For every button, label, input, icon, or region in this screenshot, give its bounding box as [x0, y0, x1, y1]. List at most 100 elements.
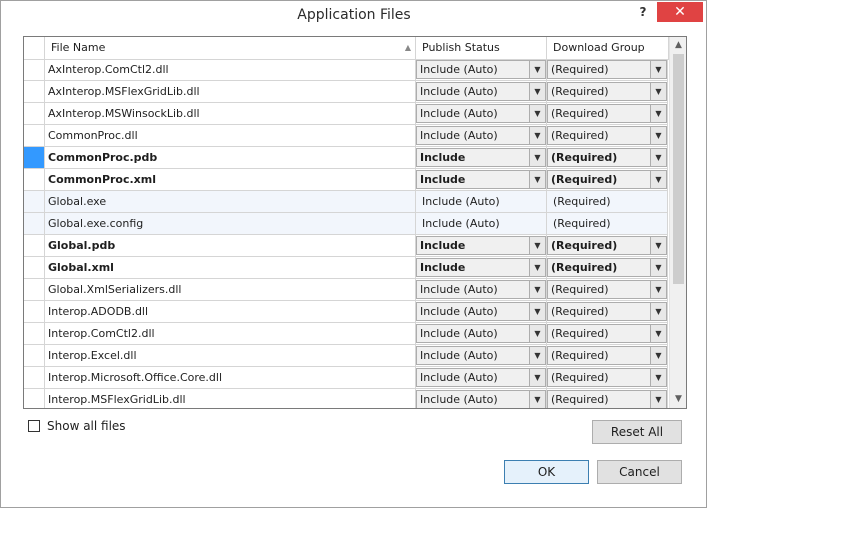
chevron-down-icon[interactable]: ▼ — [650, 105, 666, 122]
download-group-cell[interactable]: (Required) ▼ — [547, 367, 668, 389]
publish-status-dropdown[interactable]: Include (Auto) ▼ — [416, 280, 546, 299]
chevron-down-icon[interactable]: ▼ — [650, 281, 666, 298]
table-row[interactable]: Interop.ADODB.dll Include (Auto) ▼ (Require… — [24, 301, 668, 323]
chevron-down-icon[interactable]: ▼ — [529, 391, 545, 408]
chevron-down-icon[interactable]: ▼ — [529, 303, 545, 320]
row-selector[interactable] — [24, 103, 45, 125]
show-all-files-checkbox[interactable] — [28, 420, 40, 432]
table-row[interactable]: AxInterop.MSFlexGridLib.dll Include (Auto… — [24, 81, 668, 103]
publish-status-dropdown[interactable]: Include (Auto) ▼ — [416, 104, 546, 123]
download-group-cell[interactable]: (Required) ▼ — [547, 301, 668, 323]
chevron-down-icon[interactable]: ▼ — [529, 83, 545, 100]
column-header-file-name[interactable]: File Name ▲ — [45, 37, 416, 59]
publish-status-dropdown[interactable]: Include (Auto) ▼ — [416, 302, 546, 321]
vertical-scrollbar[interactable]: ▲ ▼ — [669, 37, 686, 408]
table-row[interactable]: Interop.MSFlexGridLib.dll Include (Auto) ▼… — [24, 389, 668, 408]
row-selector[interactable] — [24, 125, 45, 147]
publish-status-cell[interactable]: Include (Auto) ▼ — [416, 389, 547, 408]
download-group-dropdown[interactable]: (Required) ▼ — [547, 104, 667, 123]
chevron-down-icon[interactable]: ▼ — [650, 127, 666, 144]
chevron-down-icon[interactable]: ▼ — [529, 105, 545, 122]
download-group-cell[interactable]: (Required) ▼ — [547, 81, 668, 103]
publish-status-dropdown[interactable]: Include (Auto) ▼ — [416, 82, 546, 101]
table-row[interactable]: Global.exe.config Include (Auto) (Required… — [24, 213, 668, 235]
table-row[interactable]: Interop.Microsoft.Office.Core.dll Include… — [24, 367, 668, 389]
chevron-down-icon[interactable]: ▼ — [529, 61, 545, 78]
table-row[interactable]: Global.exe Include (Auto) (Required) — [24, 191, 668, 213]
chevron-down-icon[interactable]: ▼ — [650, 369, 666, 386]
chevron-down-icon[interactable]: ▼ — [529, 127, 545, 144]
download-group-dropdown[interactable]: (Required) ▼ — [547, 280, 667, 299]
publish-status-cell[interactable]: Include ▼ — [416, 169, 547, 191]
ok-button[interactable]: OK — [504, 460, 589, 484]
chevron-down-icon[interactable]: ▼ — [650, 83, 666, 100]
chevron-down-icon[interactable]: ▼ — [529, 369, 545, 386]
help-button[interactable]: ? — [633, 3, 653, 23]
publish-status-dropdown[interactable]: Include ▼ — [416, 170, 546, 189]
chevron-down-icon[interactable]: ▼ — [650, 149, 666, 166]
chevron-down-icon[interactable]: ▼ — [650, 303, 666, 320]
row-selector[interactable] — [24, 323, 45, 345]
row-selector[interactable] — [24, 59, 45, 81]
table-row[interactable]: Global.pdb Include ▼ (Required) ▼ — [24, 235, 668, 257]
column-header-download-group[interactable]: Download Group — [547, 37, 669, 59]
show-all-files-label[interactable]: Show all files — [47, 419, 126, 433]
scroll-up-icon[interactable]: ▲ — [670, 37, 686, 54]
row-selector[interactable] — [24, 235, 45, 257]
table-row[interactable]: AxInterop.ComCtl2.dll Include (Auto) ▼ (Req… — [24, 59, 668, 81]
table-row[interactable]: Interop.ComCtl2.dll Include (Auto) ▼ (Requi… — [24, 323, 668, 345]
chevron-down-icon[interactable]: ▼ — [529, 171, 545, 188]
chevron-down-icon[interactable]: ▼ — [650, 347, 666, 364]
download-group-cell[interactable]: (Required) ▼ — [547, 257, 668, 279]
download-group-dropdown[interactable]: (Required) ▼ — [547, 258, 667, 277]
files-grid[interactable]: File Name ▲ Publish Status Download Grou… — [23, 36, 687, 409]
publish-status-cell[interactable]: Include (Auto) ▼ — [416, 103, 547, 125]
chevron-down-icon[interactable]: ▼ — [650, 325, 666, 342]
chevron-down-icon[interactable]: ▼ — [529, 259, 545, 276]
download-group-dropdown[interactable]: (Required) ▼ — [547, 236, 667, 255]
publish-status-cell[interactable]: Include (Auto) ▼ — [416, 59, 547, 81]
scroll-down-icon[interactable]: ▼ — [670, 391, 686, 408]
download-group-dropdown[interactable]: (Required) ▼ — [547, 148, 667, 167]
download-group-cell[interactable]: (Required) ▼ — [547, 59, 668, 81]
publish-status-cell[interactable]: Include ▼ — [416, 257, 547, 279]
publish-status-cell[interactable]: Include (Auto) ▼ — [416, 345, 547, 367]
download-group-dropdown[interactable]: (Required) ▼ — [547, 126, 667, 145]
publish-status-dropdown[interactable]: Include (Auto) ▼ — [416, 60, 546, 79]
download-group-cell[interactable]: (Required) ▼ — [547, 147, 668, 169]
publish-status-cell[interactable]: Include (Auto) ▼ — [416, 323, 547, 345]
publish-status-cell[interactable]: Include ▼ — [416, 235, 547, 257]
chevron-down-icon[interactable]: ▼ — [529, 281, 545, 298]
publish-status-dropdown[interactable]: Include ▼ — [416, 258, 546, 277]
close-button[interactable]: ✕ — [657, 2, 703, 22]
download-group-cell[interactable]: (Required) ▼ — [547, 345, 668, 367]
download-group-cell[interactable]: (Required) ▼ — [547, 323, 668, 345]
table-row[interactable]: CommonProc.dll Include (Auto) ▼ (Required) ▼ — [24, 125, 668, 147]
download-group-dropdown[interactable]: (Required) ▼ — [547, 60, 667, 79]
publish-status-cell[interactable]: Include ▼ — [416, 147, 547, 169]
download-group-dropdown[interactable]: (Required) ▼ — [547, 390, 667, 408]
column-header-publish-status[interactable]: Publish Status — [416, 37, 547, 59]
download-group-cell[interactable]: (Required) ▼ — [547, 279, 668, 301]
table-row[interactable]: Global.xml Include ▼ (Required) ▼ — [24, 257, 668, 279]
table-row[interactable]: CommonProc.xml Include ▼ (Required) ▼ — [24, 169, 668, 191]
download-group-dropdown[interactable]: (Required) ▼ — [547, 368, 667, 387]
publish-status-dropdown[interactable]: Include (Auto) ▼ — [416, 368, 546, 387]
reset-all-button[interactable]: Reset All — [592, 420, 682, 444]
chevron-down-icon[interactable]: ▼ — [650, 391, 666, 408]
publish-status-dropdown[interactable]: Include ▼ — [416, 236, 546, 255]
publish-status-cell[interactable]: Include (Auto) ▼ — [416, 279, 547, 301]
download-group-dropdown[interactable]: (Required) ▼ — [547, 346, 667, 365]
row-selector[interactable] — [24, 81, 45, 103]
row-selector[interactable] — [24, 257, 45, 279]
row-selector[interactable] — [24, 345, 45, 367]
row-selector[interactable] — [24, 389, 45, 408]
publish-status-cell[interactable]: Include (Auto) ▼ — [416, 367, 547, 389]
download-group-cell[interactable]: (Required) ▼ — [547, 125, 668, 147]
table-row[interactable]: Global.XmlSerializers.dll Include (Auto) ▼… — [24, 279, 668, 301]
download-group-cell[interactable]: (Required) ▼ — [547, 389, 668, 408]
chevron-down-icon[interactable]: ▼ — [529, 237, 545, 254]
chevron-down-icon[interactable]: ▼ — [529, 149, 545, 166]
row-selector[interactable] — [24, 213, 45, 235]
chevron-down-icon[interactable]: ▼ — [650, 237, 666, 254]
